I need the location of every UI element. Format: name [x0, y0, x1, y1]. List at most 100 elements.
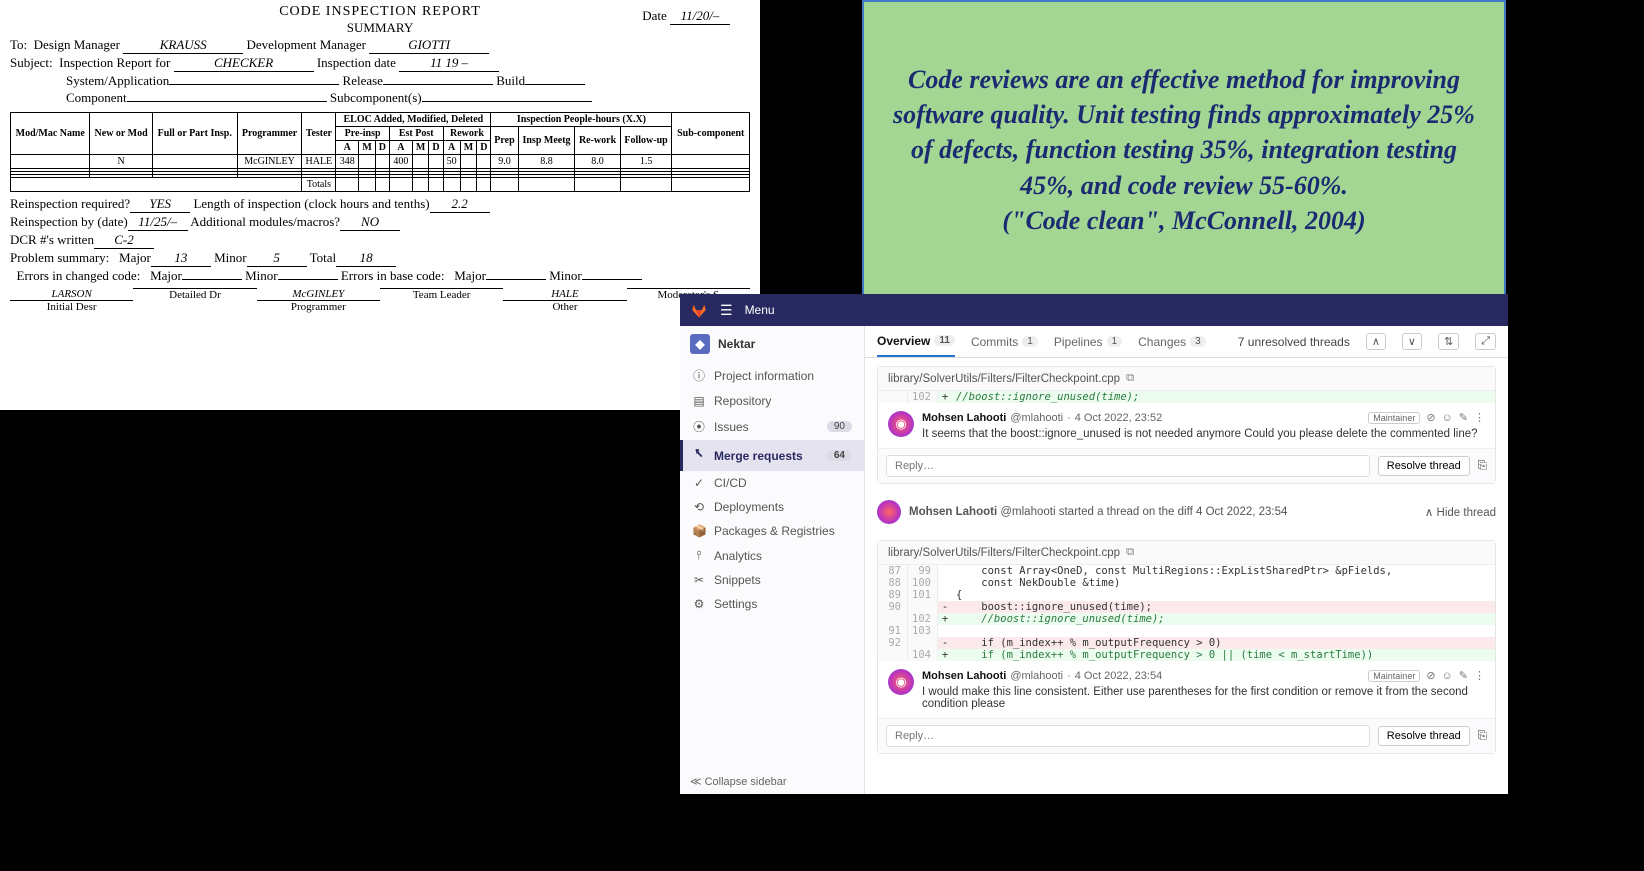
project-name: Nektar	[718, 337, 755, 351]
avatar-icon[interactable]	[877, 500, 901, 524]
comment: ◉ Mohsen Lahooti @mlahooti · 4 Oct 2022,…	[878, 661, 1495, 718]
sidebar-item-issues[interactable]: ⦿Issues90	[680, 413, 864, 440]
menu-icon[interactable]: ☰	[720, 302, 733, 319]
tab-changes[interactable]: Changes3	[1138, 326, 1206, 357]
dcr-row: DCR #'s writtenC-2	[10, 232, 750, 249]
file-path-header: library/SolverUtils/Filters/FilterCheckp…	[878, 367, 1495, 391]
emoji-icon[interactable]: ☺	[1442, 412, 1453, 424]
edit-icon[interactable]: ✎	[1459, 669, 1468, 682]
reinspection-row: Reinspection required?YES Length of insp…	[10, 196, 750, 213]
resolve-icon[interactable]: ⊘	[1426, 411, 1435, 424]
tab-pipelines[interactable]: Pipelines1	[1054, 326, 1122, 357]
quote-cite: ("Code clean", McConnell, 2004)	[886, 203, 1482, 238]
system-row: System/Application Release Build	[10, 73, 750, 89]
inspection-report-document: CODE INSPECTION REPORT SUMMARY Date 11/2…	[0, 0, 760, 410]
resolve-thread-button[interactable]: Resolve thread	[1378, 726, 1470, 746]
collapse-sidebar[interactable]: ≪ Collapse sidebar	[690, 775, 787, 788]
tab-overview[interactable]: Overview11	[877, 326, 955, 357]
nav-icon: ⭶	[692, 445, 706, 466]
gitlab-logo-icon[interactable]	[690, 301, 708, 319]
menu-label[interactable]: Menu	[745, 303, 775, 317]
copy-path-icon[interactable]: ⧉	[1126, 372, 1134, 385]
table-row: N McGINLEYHALE 348 400 50 9.08.8 8.01.5	[11, 155, 750, 169]
tab-commits[interactable]: Commits1	[971, 326, 1038, 357]
component-row: Component Subcomponent(s)	[10, 90, 750, 106]
role-badge: Maintainer	[1368, 670, 1420, 682]
nav-icon: ▤	[692, 394, 706, 408]
diff-line-context: 8799 const Array<OneD, const MultiRegion…	[878, 565, 1495, 577]
avatar-icon[interactable]: ◉	[888, 669, 914, 695]
more-icon[interactable]: ⋮	[1474, 669, 1485, 682]
unresolved-threads: 7 unresolved threads	[1238, 335, 1350, 349]
next-thread-button[interactable]: ∨	[1402, 333, 1422, 350]
errors-row: Errors in changed code: Major Minor Erro…	[10, 268, 750, 284]
copy-path-icon[interactable]: ⧉	[1126, 546, 1134, 559]
project-header[interactable]: ◆ Nektar	[680, 326, 864, 362]
nav-icon: ⫯	[692, 548, 706, 563]
to-row: To: Design Manager KRAUSS Development Ma…	[10, 37, 750, 54]
diff-line-removed: 90- boost::ignore_unused(time);	[878, 601, 1495, 613]
sidebar-item-repository[interactable]: ▤Repository	[680, 389, 864, 413]
comment-text: It seems that the boost::ignore_unused i…	[922, 428, 1485, 440]
new-issue-icon[interactable]: ⎘	[1478, 730, 1487, 743]
report-title: CODE INSPECTION REPORT	[10, 4, 750, 20]
comment-text: I would make this line consistent. Eithe…	[922, 686, 1485, 710]
sidebar-item-ci-cd[interactable]: ✓CI/CD	[680, 471, 864, 495]
quote-box: Code reviews are an effective method for…	[862, 0, 1506, 300]
diff-line-added: 102 +//boost::ignore_unused(time);	[878, 391, 1495, 403]
nav-icon: ⟲	[692, 500, 706, 514]
resolve-thread-button[interactable]: Resolve thread	[1378, 456, 1470, 476]
prev-thread-button[interactable]: ∧	[1366, 333, 1386, 350]
gitlab-sidebar: ◆ Nektar ⓘProject information▤Repository…	[680, 326, 865, 794]
reply-input[interactable]	[886, 455, 1370, 477]
comment: ◉ Mohsen Lahooti @mlahooti · 4 Oct 2022,…	[878, 403, 1495, 448]
diff-line-context: 89101 {	[878, 589, 1495, 601]
report-subtitle: SUMMARY	[10, 20, 750, 36]
gitlab-main: Overview11 Commits1 Pipelines1 Changes3 7 u…	[865, 326, 1508, 794]
count-badge: 1	[1022, 336, 1038, 347]
count-badge: 64	[827, 450, 852, 461]
reply-input[interactable]	[886, 725, 1370, 747]
collapse-icon: ≪	[690, 776, 702, 788]
quote-text: Code reviews are an effective method for…	[886, 62, 1482, 202]
count-badge: 1	[1107, 336, 1123, 347]
nav-icon: ⦿	[692, 418, 706, 435]
expand-icon[interactable]: ⤢	[1475, 333, 1496, 350]
count-badge: 3	[1190, 336, 1206, 347]
sidebar-item-deployments[interactable]: ⟲Deployments	[680, 495, 864, 519]
reinspection-by-row: Reinspection by (date)11/25/– Additional…	[10, 214, 750, 231]
emoji-icon[interactable]: ☺	[1442, 670, 1453, 682]
sidebar-item-analytics[interactable]: ⫯Analytics	[680, 543, 864, 568]
more-icon[interactable]: ⋮	[1474, 411, 1485, 424]
sidebar-item-merge-requests[interactable]: ⭶Merge requests64	[680, 440, 864, 471]
edit-icon[interactable]: ✎	[1459, 411, 1468, 424]
avatar-icon[interactable]: ◉	[888, 411, 914, 437]
nav-icon: ⚙	[692, 597, 706, 611]
sidebar-item-project-information[interactable]: ⓘProject information	[680, 362, 864, 389]
gitlab-header: ☰ Menu	[680, 294, 1508, 326]
jump-icon[interactable]: ⇅	[1438, 333, 1459, 350]
reply-row: Resolve thread ⎘	[878, 448, 1495, 483]
resolve-icon[interactable]: ⊘	[1426, 669, 1435, 682]
gitlab-app: ☰ Menu ◆ Nektar ⓘProject information▤Rep…	[680, 294, 1508, 794]
nav-icon: ⓘ	[692, 367, 706, 384]
sidebar-item-settings[interactable]: ⚙Settings	[680, 592, 864, 616]
diff-line-context: 91103	[878, 625, 1495, 637]
project-avatar-icon: ◆	[690, 334, 710, 354]
diff-line-context: 88100 const NekDouble &time)	[878, 577, 1495, 589]
sidebar-item-packages-registries[interactable]: 📦Packages & Registries	[680, 519, 864, 543]
discussion-thread: library/SolverUtils/Filters/FilterCheckp…	[877, 540, 1496, 754]
sidebar-item-snippets[interactable]: ✂Snippets	[680, 568, 864, 592]
diff-line-removed: 92- if (m_index++ % m_outputFrequency > …	[878, 637, 1495, 649]
problem-summary-row: Problem summary: Major13 Minor5 Total18	[10, 250, 750, 267]
thread-start-header: Mohsen Lahooti @mlahooti started a threa…	[865, 492, 1508, 532]
discussion-thread: library/SolverUtils/Filters/FilterCheckp…	[877, 366, 1496, 484]
diff-line-added: 102+ //boost::ignore_unused(time);	[878, 613, 1495, 625]
file-path-header: library/SolverUtils/Filters/FilterCheckp…	[878, 541, 1495, 565]
hide-thread-button[interactable]: ∧ Hide thread	[1425, 505, 1496, 519]
new-issue-icon[interactable]: ⎘	[1478, 460, 1487, 473]
nav-icon: ✂	[692, 573, 706, 587]
report-date: Date 11/20/–	[642, 8, 730, 25]
diff-line-added: 104+ if (m_index++ % m_outputFrequency >…	[878, 649, 1495, 661]
role-badge: Maintainer	[1368, 412, 1420, 424]
